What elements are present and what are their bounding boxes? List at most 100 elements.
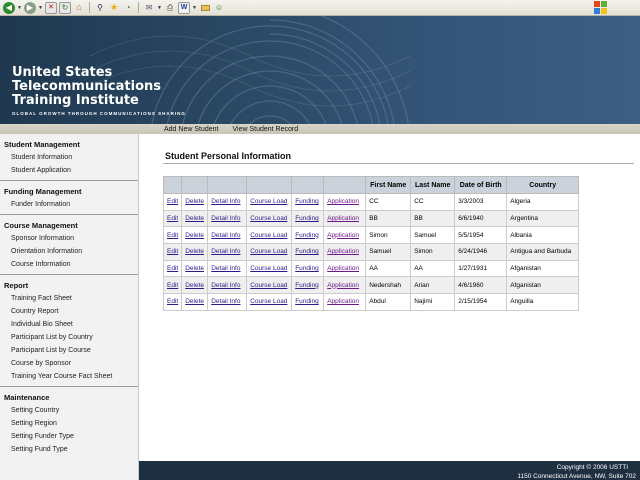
messenger-icon[interactable]: ☺ bbox=[213, 2, 225, 14]
funding-link[interactable]: Funding bbox=[295, 282, 319, 289]
action-cell: Detail Info bbox=[207, 259, 248, 278]
date-of-birth-cell: 5/5/1954 bbox=[454, 226, 508, 245]
detail-info-link[interactable]: Detail Info bbox=[211, 248, 240, 255]
detail-info-link[interactable]: Detail Info bbox=[211, 232, 240, 239]
sidebar-item-student-information[interactable]: Student Information bbox=[0, 151, 138, 164]
delete-link[interactable]: Delete bbox=[185, 265, 204, 272]
edit-icon[interactable]: W bbox=[178, 1, 190, 14]
main-content: Student Personal Information First Name … bbox=[140, 134, 640, 461]
table-row: Edit Delete Detail Info Course Load Funding A… bbox=[162, 226, 580, 245]
delete-link[interactable]: Delete bbox=[185, 248, 204, 255]
action-cell: Funding bbox=[291, 226, 325, 245]
edit-link[interactable]: Edit bbox=[167, 215, 178, 222]
sidebar-item-course-by-sponsor[interactable]: Course by Sponsor bbox=[0, 357, 138, 370]
delete-link[interactable]: Delete bbox=[185, 282, 204, 289]
course-load-link[interactable]: Course Load bbox=[250, 215, 287, 222]
view-student-record-link[interactable]: View Student Record bbox=[232, 126, 298, 133]
column-header-first-name[interactable]: First Name bbox=[365, 176, 412, 194]
sidebar-item-funder-information[interactable]: Funder Information bbox=[0, 198, 138, 211]
application-link[interactable]: Application bbox=[327, 215, 359, 222]
action-cell: Delete bbox=[181, 276, 209, 295]
application-link[interactable]: Application bbox=[327, 198, 359, 205]
course-load-link[interactable]: Course Load bbox=[250, 198, 287, 205]
edit-link[interactable]: Edit bbox=[167, 298, 178, 305]
sidebar-item-student-application[interactable]: Student Application bbox=[0, 164, 138, 177]
course-load-link[interactable]: Course Load bbox=[250, 248, 287, 255]
mail-icon[interactable]: ✉ bbox=[143, 2, 155, 14]
application-link[interactable]: Application bbox=[327, 282, 359, 289]
folder-icon[interactable] bbox=[199, 2, 211, 14]
detail-info-link[interactable]: Detail Info bbox=[211, 282, 240, 289]
sidebar-item-setting-fund-type[interactable]: Setting Fund Type bbox=[0, 443, 138, 456]
application-link[interactable]: Application bbox=[327, 232, 359, 239]
course-load-link[interactable]: Course Load bbox=[250, 298, 287, 305]
delete-link[interactable]: Delete bbox=[185, 198, 204, 205]
delete-link[interactable]: Delete bbox=[185, 298, 204, 305]
sidebar: Student Management Student Information S… bbox=[0, 134, 139, 480]
first-name-cell: Samuel bbox=[365, 243, 412, 261]
funding-link[interactable]: Funding bbox=[295, 232, 319, 239]
dropdown-arrow-icon[interactable]: ▼ bbox=[38, 5, 43, 11]
last-name-cell: BB bbox=[410, 209, 456, 228]
funding-link[interactable]: Funding bbox=[295, 265, 319, 272]
detail-info-link[interactable]: Detail Info bbox=[211, 265, 240, 272]
action-cell: Edit bbox=[162, 226, 183, 245]
detail-info-link[interactable]: Detail Info bbox=[211, 298, 240, 305]
sidebar-item-setting-region[interactable]: Setting Region bbox=[0, 417, 138, 430]
back-icon[interactable]: ◀ bbox=[3, 1, 15, 14]
dropdown-arrow-icon[interactable]: ▼ bbox=[192, 5, 197, 11]
dropdown-arrow-icon[interactable]: ▼ bbox=[17, 5, 22, 11]
action-cell: Delete bbox=[181, 293, 209, 311]
sidebar-item-training-year-course-fact-sheet[interactable]: Training Year Course Fact Sheet bbox=[0, 370, 138, 383]
search-icon[interactable]: ⚲ bbox=[94, 2, 106, 14]
edit-link[interactable]: Edit bbox=[167, 248, 178, 255]
application-link[interactable]: Application bbox=[327, 248, 359, 255]
favorites-icon[interactable]: ★ bbox=[108, 2, 120, 14]
sidebar-item-participant-list-by-course[interactable]: Participant List by Course bbox=[0, 344, 138, 357]
funding-link[interactable]: Funding bbox=[295, 298, 319, 305]
column-header-date-of-birth[interactable]: Date of Birth bbox=[454, 176, 508, 194]
sidebar-item-setting-funder-type[interactable]: Setting Funder Type bbox=[0, 430, 138, 443]
delete-link[interactable]: Delete bbox=[185, 232, 204, 239]
stop-icon[interactable]: ✕ bbox=[45, 1, 57, 14]
course-load-link[interactable]: Course Load bbox=[250, 265, 287, 272]
application-link[interactable]: Application bbox=[327, 298, 359, 305]
sidebar-item-training-fact-sheet[interactable]: Training Fact Sheet bbox=[0, 292, 138, 305]
forward-icon[interactable]: ▶ bbox=[24, 1, 36, 14]
delete-link[interactable]: Delete bbox=[185, 215, 204, 222]
edit-link[interactable]: Edit bbox=[167, 282, 178, 289]
funding-link[interactable]: Funding bbox=[295, 215, 319, 222]
add-new-student-link[interactable]: Add New Student bbox=[164, 126, 218, 133]
sidebar-item-individual-bio-sheet[interactable]: Individual Bio Sheet bbox=[0, 318, 138, 331]
edit-link[interactable]: Edit bbox=[167, 198, 178, 205]
course-load-link[interactable]: Course Load bbox=[250, 232, 287, 239]
print-icon[interactable]: ⎙ bbox=[164, 2, 176, 14]
sidebar-item-orientation-information[interactable]: Orientation Information bbox=[0, 245, 138, 258]
country-cell: Anguilla bbox=[506, 293, 580, 311]
last-name-cell: CC bbox=[410, 193, 456, 211]
edit-link[interactable]: Edit bbox=[167, 232, 178, 239]
sidebar-item-course-information[interactable]: Course Information bbox=[0, 258, 138, 271]
detail-info-link[interactable]: Detail Info bbox=[211, 215, 240, 222]
org-name-line1: United States bbox=[12, 65, 113, 80]
application-link[interactable]: Application bbox=[327, 265, 359, 272]
funding-link[interactable]: Funding bbox=[295, 248, 319, 255]
sidebar-item-country-report[interactable]: Country Report bbox=[0, 305, 138, 318]
sidebar-item-participant-list-by-country[interactable]: Participant List by Country bbox=[0, 331, 138, 344]
detail-info-link[interactable]: Detail Info bbox=[211, 198, 240, 205]
funding-link[interactable]: Funding bbox=[295, 198, 319, 205]
course-load-link[interactable]: Course Load bbox=[250, 282, 287, 289]
home-icon[interactable]: ⌂ bbox=[73, 2, 85, 14]
action-cell: Application bbox=[323, 259, 367, 278]
dropdown-arrow-icon[interactable]: ▼ bbox=[157, 5, 162, 11]
column-header-last-name[interactable]: Last Name bbox=[410, 176, 456, 194]
history-icon[interactable]: ◔ bbox=[122, 2, 134, 14]
column-header-country[interactable]: Country bbox=[506, 176, 580, 194]
edit-link[interactable]: Edit bbox=[167, 265, 178, 272]
action-cell: Edit bbox=[162, 276, 183, 295]
sidebar-item-sponsor-information[interactable]: Sponsor Information bbox=[0, 232, 138, 245]
sidebar-item-setting-country[interactable]: Setting Country bbox=[0, 404, 138, 417]
last-name-cell: Simon bbox=[410, 243, 456, 261]
refresh-icon[interactable]: ↻ bbox=[59, 1, 71, 14]
action-cell: Application bbox=[323, 226, 367, 245]
